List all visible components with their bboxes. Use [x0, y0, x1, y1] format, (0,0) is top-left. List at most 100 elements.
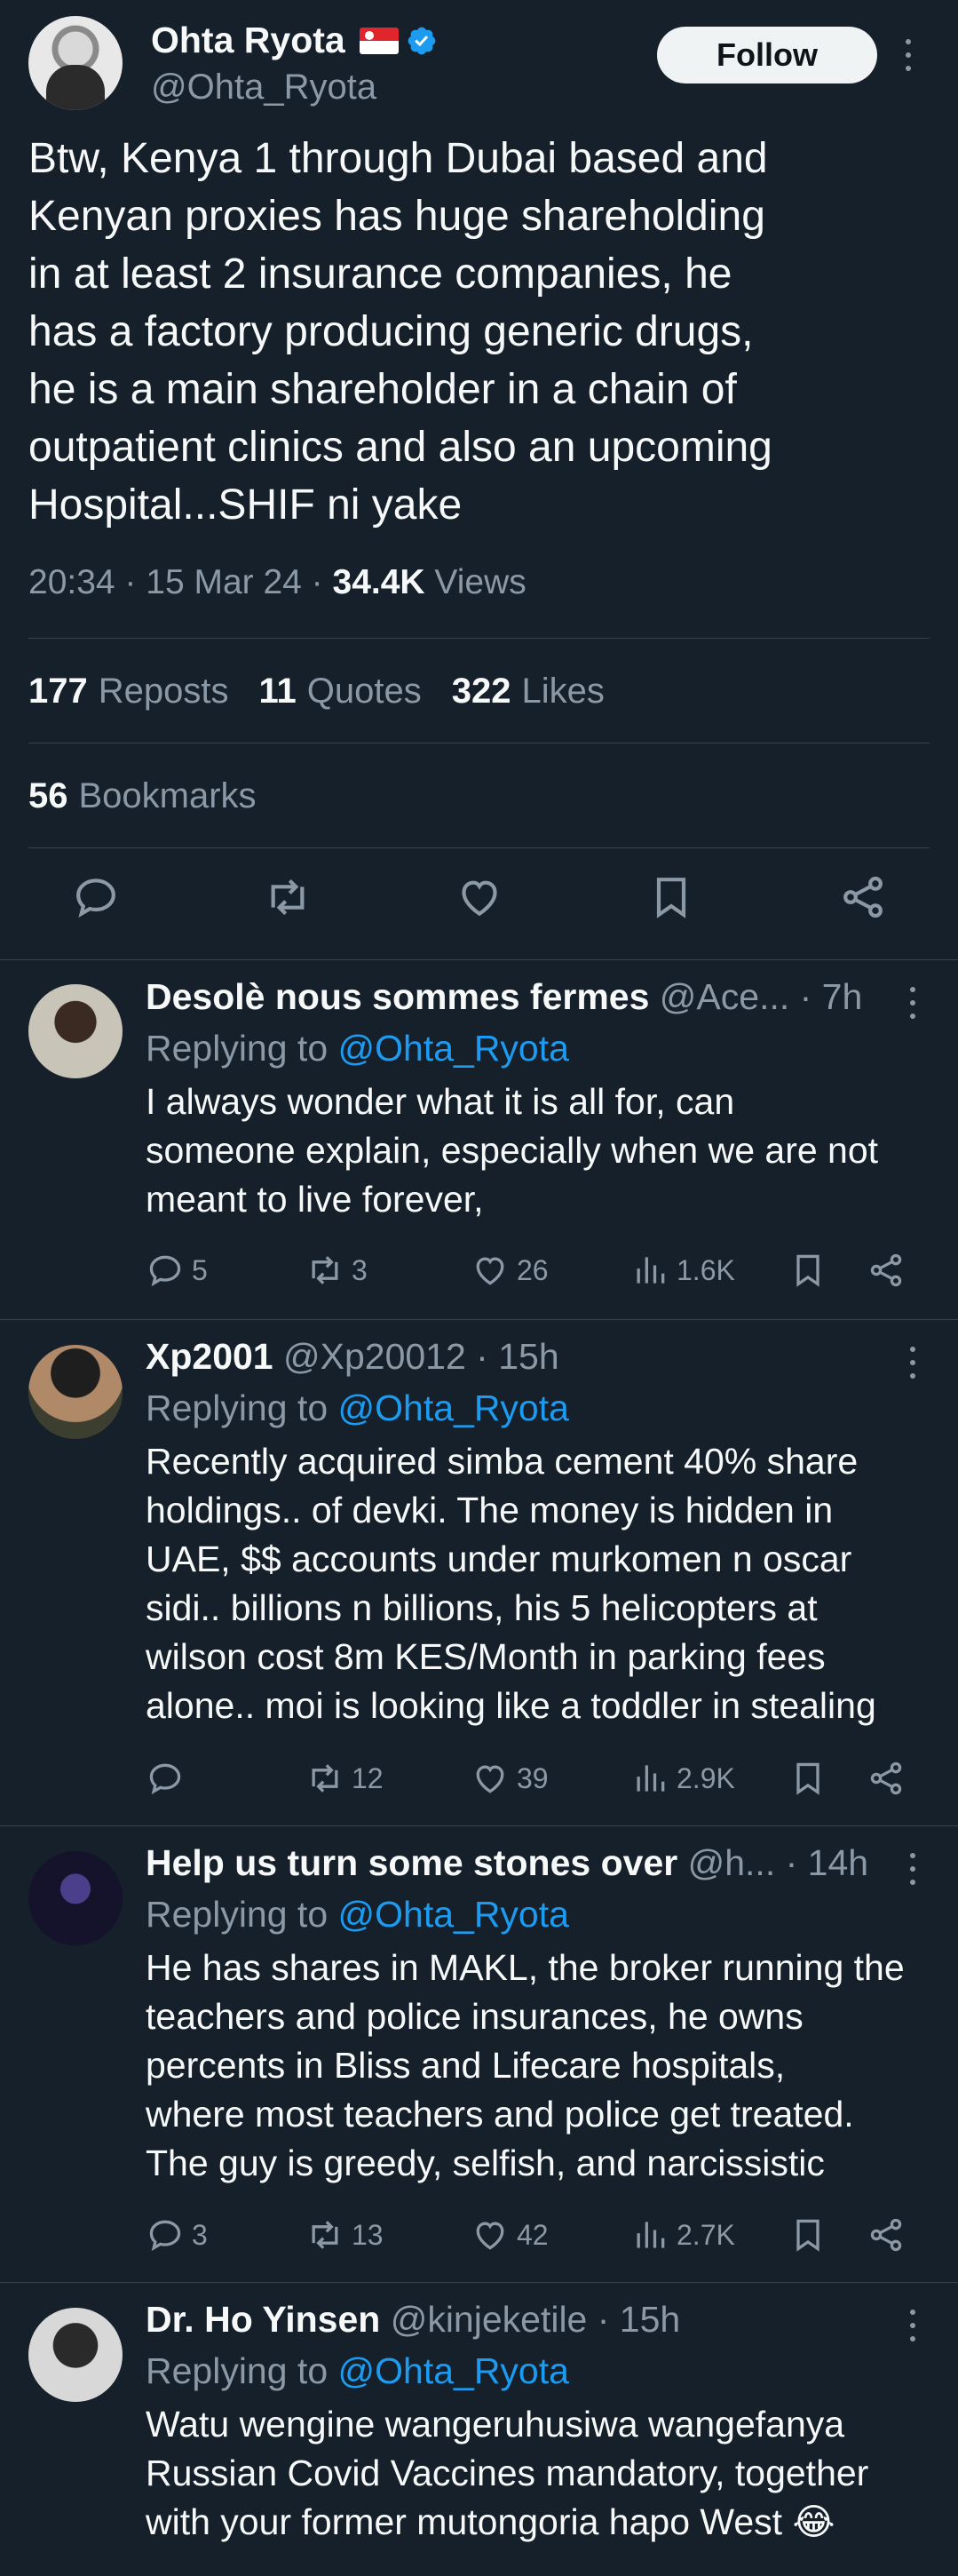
reply-text: Recently acquired simba cement 40% share… [146, 1441, 876, 1726]
divider [28, 638, 930, 639]
avatar[interactable] [28, 1851, 123, 1945]
repost-icon [312, 1764, 338, 1793]
views-icon [637, 2222, 665, 2248]
reply-author-handle[interactable]: @kinjeketile [380, 2299, 588, 2340]
replying-to-link[interactable]: @Ohta_Ryota [338, 1894, 569, 1935]
views-icon [637, 1257, 665, 1284]
divider [28, 847, 930, 848]
flag-icon [359, 27, 399, 54]
quotes-stat[interactable]: 11 Quotes [259, 672, 422, 712]
bookmark-button[interactable] [788, 1251, 827, 1290]
repost-button[interactable]: 3 [305, 1251, 368, 1290]
views-button[interactable]: 1.6K [630, 1251, 735, 1290]
reply-text: I always wonder what it is all for, can … [146, 1081, 879, 1220]
views-count: 2.7K [677, 2218, 735, 2251]
more-options-icon[interactable] [904, 39, 913, 71]
reply-author-handle[interactable]: @Xp20012 [273, 1336, 466, 1377]
repost-icon [312, 2221, 338, 2249]
reply-tweet[interactable]: Dr. Ho Yinsen @kinjeketile · 15h Replyin… [0, 2283, 958, 2576]
reply-time[interactable]: · 7h [789, 976, 863, 1017]
repost-button[interactable]: 13 [305, 2215, 384, 2254]
share-icon [870, 1761, 902, 1795]
more-options-icon[interactable] [908, 2310, 917, 2341]
author-handle[interactable]: @Ohta_Ryota [151, 68, 376, 107]
replying-to-link[interactable]: @Ohta_Ryota [338, 2350, 569, 2391]
replying-to: Replying to @Ohta_Ryota [146, 1387, 569, 1428]
reply-header: Xp2001 @Xp20012 · 15h [146, 1336, 559, 1378]
reply-time[interactable]: · 14h [775, 1842, 868, 1883]
reply-actions: 5 3 26 1.6K [146, 1251, 927, 1295]
more-options-icon[interactable] [908, 987, 917, 1019]
author-name[interactable]: Ohta Ryota [151, 20, 438, 61]
like-count: 39 [517, 1761, 549, 1794]
replying-to: Replying to @Ohta_Ryota [146, 1028, 569, 1069]
share-button[interactable] [867, 1759, 906, 1798]
replying-to-link[interactable]: @Ohta_Ryota [338, 1028, 569, 1069]
follow-button[interactable]: Follow [657, 27, 877, 83]
reply-button[interactable]: 5 [146, 1251, 208, 1290]
like-icon [476, 2222, 504, 2250]
reply-header: Dr. Ho Yinsen @kinjeketile · 15h [146, 2299, 680, 2341]
reply-author-name[interactable]: Xp2001 [146, 1336, 273, 1377]
replying-to: Replying to @Ohta_Ryota [146, 2350, 569, 2391]
engagement-stats: 177 Reposts 11 Quotes 322 Likes [28, 672, 605, 712]
bookmark-icon [796, 1762, 819, 1795]
reply-tweet[interactable]: Xp2001 @Xp20012 · 15h Replying to @Ohta_… [0, 1320, 958, 1825]
more-options-icon[interactable] [908, 1853, 917, 1885]
tweet-time[interactable]: 20:34 · 15 Mar 24 · [28, 563, 333, 601]
repost-button[interactable]: 12 [305, 1759, 384, 1798]
bookmark-icon[interactable] [646, 872, 696, 922]
reply-icon [149, 1763, 181, 1795]
tweet-actions [0, 872, 958, 934]
reply-author-name[interactable]: Desolè nous sommes fermes [146, 976, 649, 1017]
like-button[interactable]: 42 [471, 2215, 549, 2254]
repost-icon [312, 1256, 338, 1284]
bookmarks-stat[interactable]: 56 Bookmarks [28, 776, 257, 816]
reply-actions: 3 13 42 2.7K [146, 2215, 927, 2260]
like-button[interactable]: 26 [471, 1251, 549, 1290]
verified-badge-icon [408, 27, 436, 54]
avatar[interactable] [28, 16, 123, 110]
share-icon [870, 2218, 902, 2252]
views-button[interactable]: 2.7K [630, 2215, 735, 2254]
share-button[interactable] [867, 1251, 906, 1290]
reply-icon [149, 1255, 181, 1287]
repost-count: 13 [352, 2218, 384, 2251]
share-icon[interactable] [838, 872, 888, 922]
avatar[interactable] [28, 2308, 123, 2402]
bookmark-icon [796, 1254, 819, 1287]
reposts-stat[interactable]: 177 Reposts [28, 672, 229, 712]
replying-to-link[interactable]: @Ohta_Ryota [338, 1387, 569, 1428]
reply-author-handle[interactable]: @h... [677, 1842, 776, 1883]
bookmark-button[interactable] [788, 1759, 827, 1798]
bookmark-button[interactable] [788, 2215, 827, 2254]
reply-author-handle[interactable]: @Ace... [649, 976, 789, 1017]
like-button[interactable]: 39 [471, 1759, 549, 1798]
reply-time[interactable]: · 15h [466, 1336, 558, 1377]
views-button[interactable]: 2.9K [630, 1759, 735, 1798]
reply-button[interactable] [146, 1759, 192, 1798]
share-button[interactable] [867, 2215, 906, 2254]
reply-count: 5 [192, 1253, 208, 1286]
reply-header: Desolè nous sommes fermes @Ace... · 7h [146, 976, 862, 1018]
reply-time[interactable]: · 15h [587, 2299, 680, 2340]
avatar[interactable] [28, 1345, 123, 1439]
views-count: 1.6K [677, 1253, 735, 1286]
reply-button[interactable]: 3 [146, 2215, 208, 2254]
likes-stat[interactable]: 322 Likes [452, 672, 605, 712]
reply-author-name[interactable]: Dr. Ho Yinsen [146, 2299, 380, 2340]
reply-header: Help us turn some stones over @h... · 14… [146, 1842, 868, 1884]
bookmarks-stats: 56 Bookmarks [28, 776, 257, 816]
like-icon [476, 1765, 504, 1793]
repost-icon[interactable] [263, 872, 313, 922]
replying-to: Replying to @Ohta_Ryota [146, 1894, 569, 1935]
reply-tweet[interactable]: Desolè nous sommes fermes @Ace... · 7h R… [0, 960, 958, 1319]
like-icon[interactable] [455, 872, 504, 922]
avatar[interactable] [28, 984, 123, 1078]
reply-tweet[interactable]: Help us turn some stones over @h... · 14… [0, 1826, 958, 2282]
author-name-text[interactable]: Ohta Ryota [151, 20, 345, 61]
reply-icon[interactable] [71, 872, 121, 922]
reply-author-name[interactable]: Help us turn some stones over [146, 1842, 677, 1883]
reply-text: He has shares in MAKL, the broker runnin… [146, 1947, 905, 2183]
more-options-icon[interactable] [908, 1347, 917, 1379]
